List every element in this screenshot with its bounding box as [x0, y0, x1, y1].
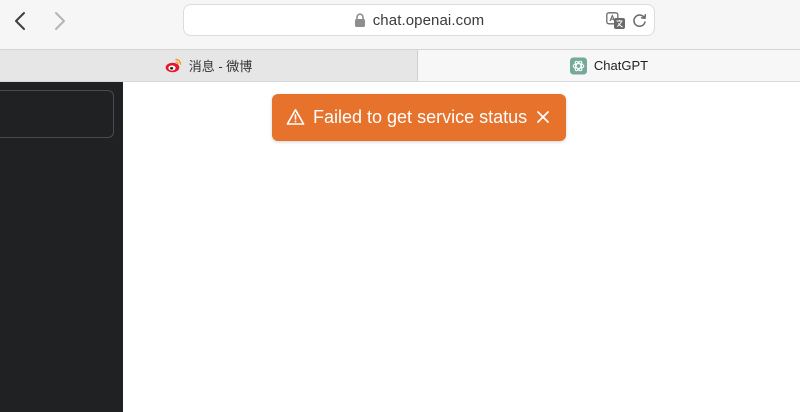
reload-icon[interactable] — [631, 12, 648, 29]
weibo-icon — [165, 57, 182, 74]
close-icon[interactable] — [534, 108, 552, 126]
new-chat-button[interactable] — [0, 90, 114, 138]
error-toast: Failed to get service status — [272, 94, 566, 141]
chevron-left-icon — [15, 12, 25, 30]
forward-button[interactable] — [46, 7, 74, 35]
lock-icon — [354, 12, 366, 28]
tab-chatgpt[interactable]: ChatGPT — [418, 50, 800, 81]
tab-title: ChatGPT — [593, 58, 649, 73]
address-bar[interactable]: chat.openai.com — [183, 4, 655, 36]
toast-message: Failed to get service status — [313, 107, 528, 127]
tab-title: 消息 - 微博 — [188, 59, 253, 74]
browser-toolbar: chat.openai.com — [0, 0, 800, 49]
sidebar — [0, 82, 123, 412]
url-text: chat.openai.com — [372, 11, 485, 29]
warning-icon — [286, 108, 305, 126]
chevron-right-icon — [55, 12, 65, 30]
chatgpt-icon — [569, 57, 587, 75]
tab-weibo[interactable]: 消息 - 微博 — [0, 50, 418, 81]
translate-icon[interactable] — [606, 12, 626, 30]
back-button[interactable] — [6, 7, 34, 35]
tab-strip: 消息 - 微博 ChatGPT — [0, 49, 800, 82]
